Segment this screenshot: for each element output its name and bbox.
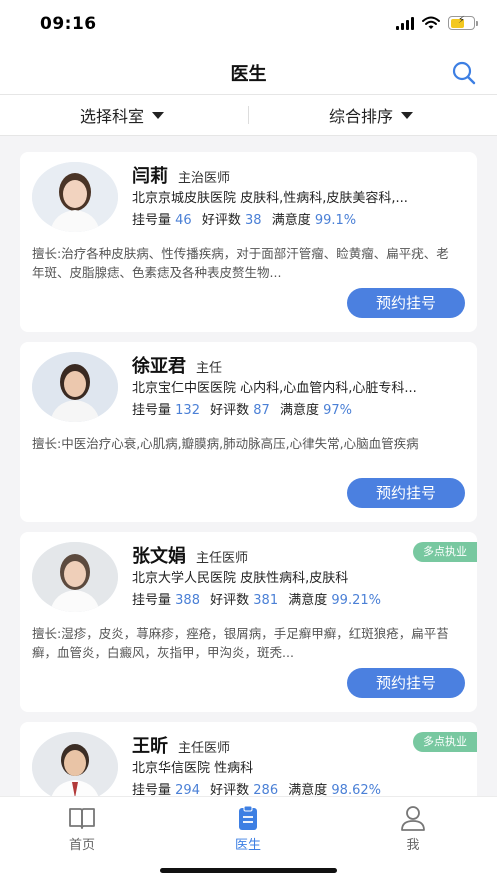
doctor-hospital: 北京京城皮肤医院 皮肤科,性病科,皮肤美容科,... xyxy=(132,191,408,206)
caret-down-icon xyxy=(401,111,414,119)
search-icon[interactable] xyxy=(451,60,477,86)
doctor-name: 闫莉 xyxy=(132,166,168,187)
multi-site-badge: 多点执业 xyxy=(413,542,477,562)
tab-doctor-label: 医生 xyxy=(234,838,261,853)
book-appointment-button[interactable]: 预约挂号 xyxy=(347,478,465,508)
doctor-hospital: 北京宝仁中医医院 心内科,心血管内科,心脏专科... xyxy=(132,381,417,396)
home-indicator xyxy=(160,868,337,873)
filter-bar: 选择科室 综合排序 xyxy=(0,94,497,136)
doctor-name-row: 张文娟 主任医师 xyxy=(132,542,248,568)
reviews-label: 好评数 xyxy=(210,593,250,608)
doctor-name: 王昕 xyxy=(132,736,168,757)
tab-me-label: 我 xyxy=(406,838,420,853)
doctor-hospital: 北京大学人民医院 皮肤性病科,皮肤科 xyxy=(132,571,349,586)
doctor-stats: 挂号量 294 好评数 286 满意度 98.62% xyxy=(132,779,387,796)
register-count-value: 294 xyxy=(175,783,200,796)
reviews-label: 好评数 xyxy=(210,783,250,796)
satisfaction-value: 99.1% xyxy=(314,213,357,228)
reviews-label: 好评数 xyxy=(210,403,250,418)
nav-bar: 医生 xyxy=(0,50,497,94)
doctor-card[interactable]: 徐亚君 主任 北京宝仁中医医院 心内科,心血管内科,心脏专科... 挂号量 132… xyxy=(20,342,477,522)
doctor-avatar xyxy=(32,732,118,796)
doctor-specialty: 擅长:治疗各种皮肤病、性传播疾病，对于面部汗管瘤、睑黄瘤、扁平疣、老年斑、皮脂腺… xyxy=(32,246,449,280)
status-bar: 09:16 ⚡ xyxy=(0,0,497,50)
register-count-value: 46 xyxy=(175,213,192,228)
register-count-label: 挂号量 xyxy=(132,213,172,228)
reviews-value: 87 xyxy=(253,403,270,418)
department-filter[interactable]: 选择科室 xyxy=(80,95,165,135)
doctor-name: 徐亚君 xyxy=(132,356,186,377)
multi-site-badge: 多点执业 xyxy=(413,732,477,752)
status-time: 09:16 xyxy=(40,14,97,34)
doctor-title: 主治医师 xyxy=(178,171,231,186)
filter-divider xyxy=(248,106,249,124)
doctor-avatar xyxy=(32,352,118,422)
register-count-label: 挂号量 xyxy=(132,403,172,418)
doctor-stats: 挂号量 46 好评数 38 满意度 99.1% xyxy=(132,209,362,228)
sort-filter[interactable]: 综合排序 xyxy=(329,95,414,135)
register-count-value: 132 xyxy=(175,403,200,418)
reviews-value: 381 xyxy=(253,593,279,608)
doctor-title: 主任医师 xyxy=(178,741,231,756)
doctor-hospital: 北京华信医院 性病科 xyxy=(132,761,254,776)
satisfaction-label: 满意度 xyxy=(288,593,328,608)
doctor-name: 张文娟 xyxy=(132,546,186,567)
satisfaction-label: 满意度 xyxy=(279,403,319,418)
book-appointment-button[interactable]: 预约挂号 xyxy=(347,668,465,698)
doctor-title: 主任医师 xyxy=(196,551,249,566)
doctor-specialty: 擅长:湿疹，皮炎，荨麻疹，痤疮，银屑病，手足癣甲癣，红斑狼疮，扁平苔癣，血管炎，… xyxy=(32,626,449,660)
reviews-value: 286 xyxy=(253,783,279,796)
signal-icon xyxy=(396,16,414,30)
department-filter-label: 选择科室 xyxy=(80,107,145,126)
satisfaction-value: 98.62% xyxy=(331,783,381,796)
book-icon xyxy=(69,808,95,829)
satisfaction-label: 满意度 xyxy=(271,213,311,228)
caret-down-icon xyxy=(152,111,165,119)
doctor-stats: 挂号量 132 好评数 87 满意度 97% xyxy=(132,399,358,418)
reviews-value: 38 xyxy=(245,213,262,228)
satisfaction-label: 满意度 xyxy=(288,783,328,796)
tab-me[interactable]: 我 xyxy=(373,805,453,853)
page-title: 医生 xyxy=(230,64,267,85)
doctor-name-row: 闫莉 主治医师 xyxy=(132,162,230,188)
register-count-value: 388 xyxy=(175,593,200,608)
reviews-label: 好评数 xyxy=(201,213,241,228)
tab-home-label: 首页 xyxy=(68,838,95,853)
wifi-icon xyxy=(422,16,440,29)
doctor-card[interactable]: 闫莉 主治医师 北京京城皮肤医院 皮肤科,性病科,皮肤美容科,... 挂号量 46… xyxy=(20,152,477,332)
sort-filter-label: 综合排序 xyxy=(329,107,394,126)
doctor-card[interactable]: 多点执业 王昕 主任医师 北京华信医院 性病科 挂号量 294 好评数 286 满… xyxy=(20,722,477,796)
tab-home[interactable]: 首页 xyxy=(42,805,122,853)
register-count-label: 挂号量 xyxy=(132,783,172,796)
doctor-stats: 挂号量 388 好评数 381 满意度 99.21% xyxy=(132,589,387,608)
doctor-name-row: 徐亚君 主任 xyxy=(132,352,222,378)
clipboard-icon xyxy=(239,805,257,830)
doctor-card[interactable]: 多点执业 张文娟 主任医师 北京大学人民医院 皮肤性病科,皮肤科 挂号量 388 … xyxy=(20,532,477,712)
status-icons: ⚡ xyxy=(396,15,478,30)
book-appointment-button[interactable]: 预约挂号 xyxy=(347,288,465,318)
doctor-title: 主任 xyxy=(196,361,223,376)
battery-icon: ⚡ xyxy=(448,15,478,30)
tab-doctor[interactable]: 医生 xyxy=(208,805,288,853)
satisfaction-value: 97% xyxy=(323,403,353,418)
doctor-name-row: 王昕 主任医师 xyxy=(132,732,230,758)
satisfaction-value: 99.21% xyxy=(331,593,381,608)
user-icon xyxy=(401,806,425,831)
register-count-label: 挂号量 xyxy=(132,593,172,608)
doctor-avatar xyxy=(32,162,118,232)
doctor-list: 闫莉 主治医师 北京京城皮肤医院 皮肤科,性病科,皮肤美容科,... 挂号量 46… xyxy=(0,136,497,796)
doctor-specialty: 擅长:中医治疗心衰,心肌病,瓣膜病,肺动脉高压,心律失常,心脑血管疾病 xyxy=(32,436,419,451)
doctor-avatar xyxy=(32,542,118,612)
